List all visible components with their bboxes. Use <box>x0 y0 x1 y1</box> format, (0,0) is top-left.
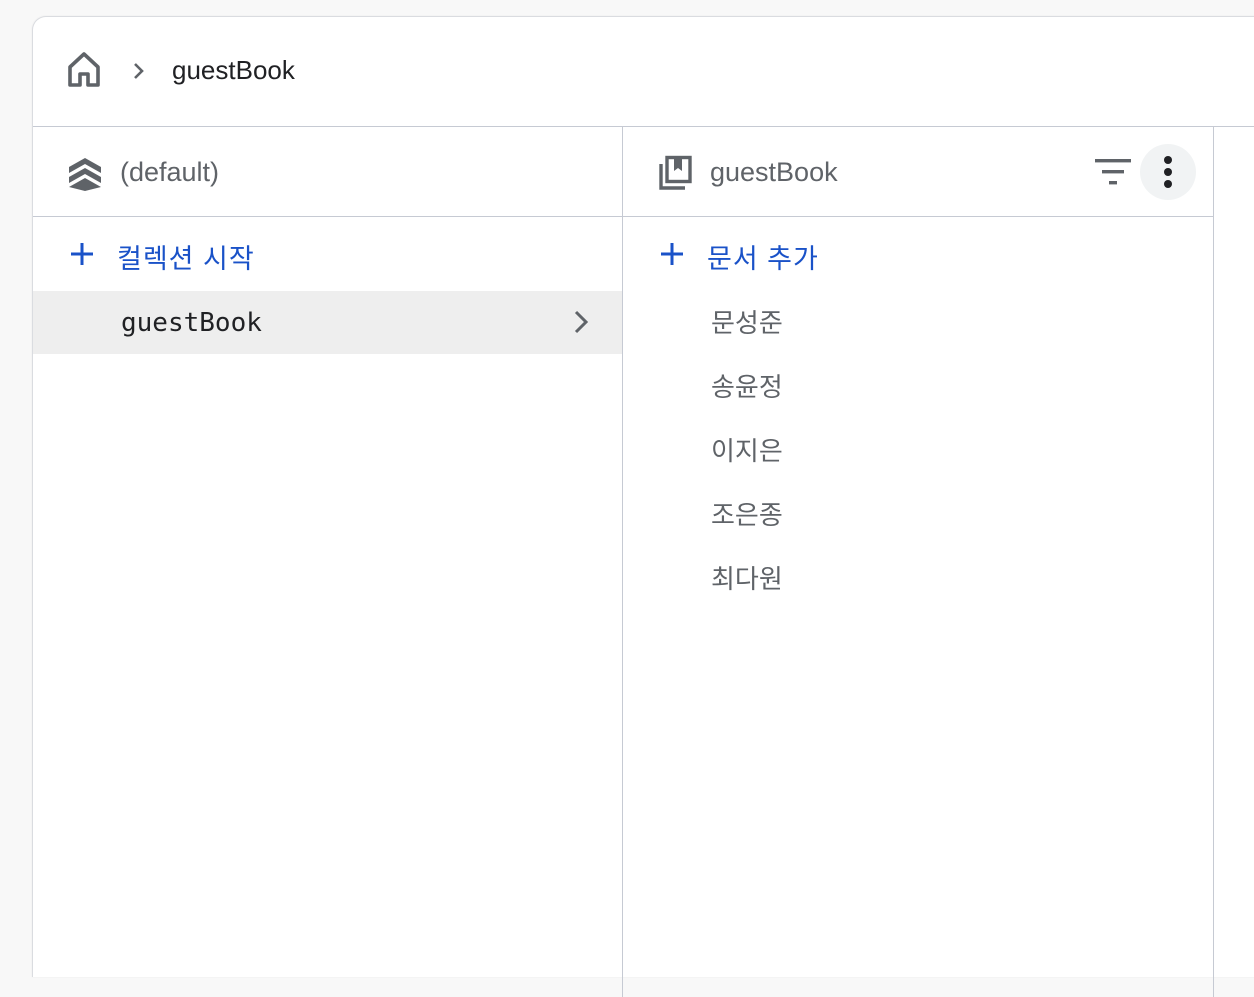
collection-column: guestBook 문서 추가 문성준 송윤정 이지은 조은종 최다원 <box>623 127 1214 997</box>
add-document-label: 문서 추가 <box>707 244 819 274</box>
collection-icon <box>659 155 692 190</box>
firestore-database-icon <box>69 158 101 191</box>
home-icon[interactable] <box>65 50 103 88</box>
database-title: (default) <box>120 157 220 187</box>
chevron-right-icon <box>134 63 144 79</box>
document-id: 송윤정 <box>711 372 783 402</box>
breadcrumb-current[interactable]: guestBook <box>172 55 295 86</box>
document-list: 문성준 송윤정 이지은 조은종 최다원 <box>623 287 1213 607</box>
database-header: (default) <box>33 127 622 217</box>
more-options-button[interactable] <box>1140 144 1196 200</box>
document-id: 이지은 <box>711 436 783 466</box>
document-id: 최다원 <box>711 564 783 594</box>
collection-header: guestBook <box>623 127 1213 217</box>
database-column: (default) 컬렉션 시작 guestBook <box>33 127 623 997</box>
document-item[interactable]: 최다원 <box>623 543 1213 607</box>
filter-icon[interactable] <box>1093 157 1133 187</box>
firestore-panel: guestBook (default) 컬렉션 시작 guestBook gue… <box>32 16 1254 997</box>
document-item[interactable]: 조은종 <box>623 479 1213 543</box>
collection-title: guestBook <box>710 157 838 187</box>
breadcrumb: guestBook <box>33 17 1254 127</box>
document-item[interactable]: 문성준 <box>623 287 1213 351</box>
document-item[interactable]: 이지은 <box>623 415 1213 479</box>
start-collection-label: 컬렉션 시작 <box>117 244 255 274</box>
more-vert-icon <box>1164 156 1172 188</box>
plus-icon <box>71 243 93 265</box>
collection-name: guestBook <box>121 308 262 338</box>
document-id: 조은종 <box>711 500 783 530</box>
start-collection-button[interactable]: 컬렉션 시작 <box>33 217 622 287</box>
add-document-button[interactable]: 문서 추가 <box>623 217 1213 287</box>
document-id: 문성준 <box>711 308 783 338</box>
chevron-right-icon <box>574 310 589 334</box>
collection-item-guestbook[interactable]: guestBook <box>33 291 622 354</box>
plus-icon <box>661 243 683 265</box>
document-item[interactable]: 송윤정 <box>623 351 1213 415</box>
